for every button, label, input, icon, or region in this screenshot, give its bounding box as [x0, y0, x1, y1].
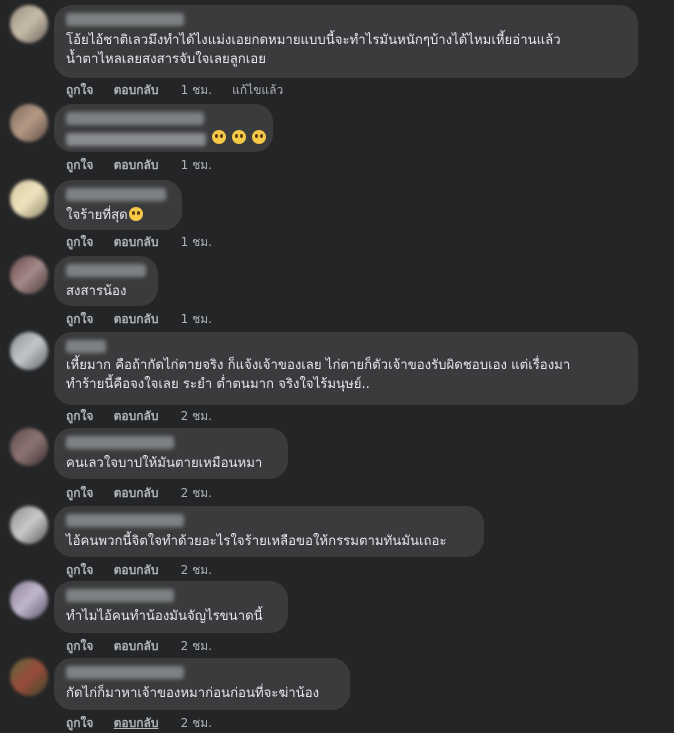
author-name[interactable] [66, 13, 184, 26]
comment-bubble [54, 104, 273, 152]
author-name[interactable] [66, 589, 174, 602]
like-button[interactable]: ถูกใจ [66, 312, 93, 326]
avatar[interactable] [10, 581, 48, 619]
comment-text: สงสารน้อง [66, 284, 127, 299]
comment-text: ไอ้คนพวกนี้จิตใจทำด้วยอะไรใจร้ายเหลือขอใ… [66, 534, 447, 549]
reply-button[interactable]: ตอบกลับ [114, 312, 159, 326]
reply-button[interactable]: ตอบกลับ [114, 83, 159, 97]
comment-text: ทำไมไอ้คนทำน้องมันจัญไรขนาดนี้ [66, 609, 263, 624]
like-button[interactable]: ถูกใจ [66, 158, 93, 172]
emoji-icon [128, 207, 143, 221]
comment-actions: ถูกใจ ตอบกลับ 2 ชม. [66, 407, 228, 426]
comment-bubble: โอ้ยไอ้ชาติเลวมึงทำได้ไงแม่งเอยกดหมายแบบ… [54, 5, 638, 78]
author-name[interactable] [66, 666, 184, 679]
like-button[interactable]: ถูกใจ [66, 83, 93, 97]
comment-actions: ถูกใจ ตอบกลับ 2 ชม. [66, 561, 228, 580]
avatar[interactable] [10, 428, 48, 466]
author-name[interactable] [66, 514, 184, 527]
author-name[interactable] [66, 436, 174, 449]
reply-button[interactable]: ตอบกลับ [114, 716, 159, 730]
comment-bubble: ใจร้ายที่สุด [54, 180, 182, 230]
comment-actions: ถูกใจ ตอบกลับ 2 ชม. [66, 714, 228, 733]
reply-button[interactable]: ตอบกลับ [114, 639, 159, 653]
comment-bubble: สงสารน้อง [54, 256, 158, 306]
comment-actions: ถูกใจ ตอบกลับ 1 ชม. [66, 310, 228, 329]
emoji-icon [252, 130, 267, 144]
comment-text [66, 127, 267, 146]
timestamp[interactable]: 2 ชม. [181, 486, 212, 500]
comment-text: เหี้ยมาก คือถ้ากัดไก่ตายจริง ก็แจ้งเจ้าข… [66, 358, 571, 392]
timestamp[interactable]: 1 ชม. [181, 235, 212, 249]
author-name[interactable] [66, 112, 204, 125]
comments-section: โอ้ยไอ้ชาติเลวมึงทำได้ไงแม่งเอยกดหมายแบบ… [0, 0, 674, 733]
comment-bubble: เหี้ยมาก คือถ้ากัดไก่ตายจริง ก็แจ้งเจ้าข… [54, 332, 638, 405]
author-name[interactable] [66, 340, 106, 353]
avatar[interactable] [10, 332, 48, 370]
emoji-icon [232, 130, 247, 144]
timestamp[interactable]: 1 ชม. [181, 83, 212, 97]
timestamp[interactable]: 2 ชม. [181, 639, 212, 653]
comment-text: โอ้ยไอ้ชาติเลวมึงทำได้ไงแม่งเอยกดหมายแบบ… [66, 33, 561, 67]
avatar[interactable] [10, 5, 48, 43]
comment-text: ใจร้ายที่สุด [66, 206, 170, 225]
like-button[interactable]: ถูกใจ [66, 409, 93, 423]
timestamp[interactable]: 1 ชม. [181, 158, 212, 172]
reply-button[interactable]: ตอบกลับ [114, 486, 159, 500]
avatar[interactable] [10, 104, 48, 142]
reply-button[interactable]: ตอบกลับ [114, 409, 159, 423]
comment-actions: ถูกใจ ตอบกลับ 1 ชม. [66, 233, 228, 252]
comment-actions: ถูกใจ ตอบกลับ 1 ชม. แก้ไขแล้ว [66, 81, 299, 100]
avatar[interactable] [10, 506, 48, 544]
comment-bubble: คนเลวใจบาปให้มันตายเหมือนหมา [54, 428, 288, 479]
emoji-icon [212, 130, 227, 144]
avatar[interactable] [10, 658, 48, 696]
edited-label: แก้ไขแล้ว [232, 83, 284, 97]
like-button[interactable]: ถูกใจ [66, 639, 93, 653]
timestamp[interactable]: 2 ชม. [181, 409, 212, 423]
comment-text: กัดไก่ก็มาหาเจ้าของหมาก่อนก่อนที่จะฆ่าน้… [66, 686, 320, 701]
reply-button[interactable]: ตอบกลับ [114, 158, 159, 172]
comment-actions: ถูกใจ ตอบกลับ 1 ชม. [66, 156, 228, 175]
author-name[interactable] [66, 188, 166, 201]
avatar[interactable] [10, 256, 48, 294]
like-button[interactable]: ถูกใจ [66, 486, 93, 500]
avatar[interactable] [10, 180, 48, 218]
comment-bubble: กัดไก่ก็มาหาเจ้าของหมาก่อนก่อนที่จะฆ่าน้… [54, 658, 350, 710]
comment-text: คนเลวใจบาปให้มันตายเหมือนหมา [66, 456, 263, 471]
timestamp[interactable]: 2 ชม. [181, 563, 212, 577]
comment-actions: ถูกใจ ตอบกลับ 2 ชม. [66, 637, 228, 656]
like-button[interactable]: ถูกใจ [66, 716, 93, 730]
reply-button[interactable]: ตอบกลับ [114, 563, 159, 577]
author-name[interactable] [66, 264, 146, 277]
timestamp[interactable]: 2 ชม. [181, 716, 212, 730]
timestamp[interactable]: 1 ชม. [181, 312, 212, 326]
comment-bubble: ไอ้คนพวกนี้จิตใจทำด้วยอะไรใจร้ายเหลือขอใ… [54, 506, 484, 557]
like-button[interactable]: ถูกใจ [66, 235, 93, 249]
comment-bubble: ทำไมไอ้คนทำน้องมันจัญไรขนาดนี้ [54, 581, 288, 633]
comment-actions: ถูกใจ ตอบกลับ 2 ชม. [66, 484, 228, 503]
like-button[interactable]: ถูกใจ [66, 563, 93, 577]
reply-button[interactable]: ตอบกลับ [114, 235, 159, 249]
